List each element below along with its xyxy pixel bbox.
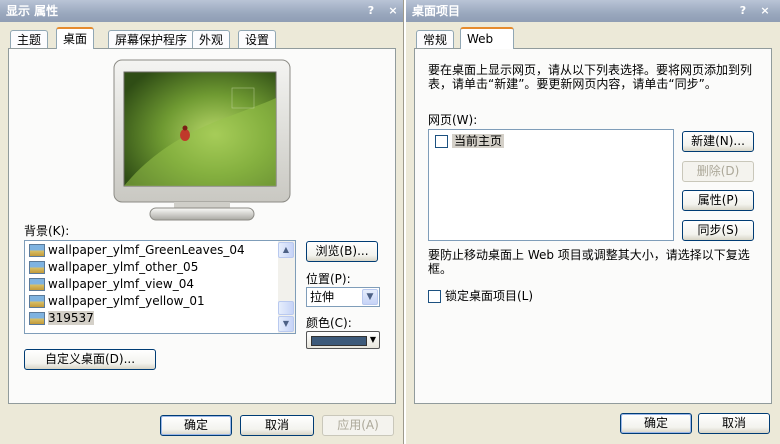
webpage-list[interactable]: 当前主页 bbox=[428, 129, 674, 241]
color-picker-button[interactable]: ▼ bbox=[306, 331, 380, 349]
tab-settings[interactable]: 设置 bbox=[238, 30, 277, 48]
color-label: 颜色(C): bbox=[306, 316, 352, 330]
cancel-button[interactable]: 取消 bbox=[698, 413, 770, 434]
list-item[interactable]: wallpaper_ylmf_GreenLeaves_04 bbox=[29, 242, 245, 259]
ok-button[interactable]: 确定 bbox=[160, 415, 232, 436]
list-item[interactable]: 当前主页 bbox=[435, 133, 505, 150]
position-label: 位置(P): bbox=[306, 272, 351, 286]
tab-web[interactable]: Web bbox=[460, 27, 514, 49]
image-icon bbox=[29, 261, 45, 274]
apply-button[interactable]: 应用(A) bbox=[322, 415, 394, 436]
tab-desktop[interactable]: 桌面 bbox=[56, 27, 95, 49]
customize-desktop-button[interactable]: 自定义桌面(D)... bbox=[24, 349, 156, 370]
checkbox-icon[interactable] bbox=[428, 290, 441, 303]
dialog-title: 桌面项目 bbox=[412, 4, 461, 18]
ok-button[interactable]: 确定 bbox=[620, 413, 692, 434]
monitor-preview bbox=[113, 59, 291, 221]
chevron-down-icon[interactable]: ▼ bbox=[362, 289, 378, 305]
chevron-down-icon: ▼ bbox=[369, 335, 376, 344]
title-bar[interactable]: 桌面项目 ? × bbox=[406, 0, 780, 22]
sync-button[interactable]: 同步(S) bbox=[682, 220, 754, 241]
checkbox-current-homepage[interactable] bbox=[435, 135, 448, 148]
browse-button[interactable]: 浏览(B)... bbox=[306, 241, 378, 262]
scrollbar[interactable]: ▲ ▼ bbox=[278, 241, 295, 333]
properties-button[interactable]: 属性(P) bbox=[682, 190, 754, 211]
background-label: 背景(K): bbox=[24, 224, 70, 238]
dialog-title: 显示 属性 bbox=[6, 4, 59, 18]
display-properties-dialog: 显示 属性 ? × 主题 桌面 屏幕保护程序 外观 设置 背景(K): wall… bbox=[0, 0, 404, 444]
scroll-up-icon[interactable]: ▲ bbox=[278, 242, 294, 258]
desktop-items-dialog: 桌面项目 ? × 常规 Web 要在桌面上显示网页，请从以下列表选择。要将网页添… bbox=[404, 0, 780, 444]
webpages-label: 网页(W): bbox=[428, 113, 478, 127]
list-item[interactable]: wallpaper_ylmf_view_04 bbox=[29, 276, 194, 293]
tab-general[interactable]: 常规 bbox=[416, 30, 455, 48]
list-item[interactable]: wallpaper_ylmf_other_05 bbox=[29, 259, 198, 276]
lock-items-checkbox[interactable]: 锁定桌面项目(L) bbox=[428, 287, 533, 304]
wallpaper-list[interactable]: wallpaper_ylmf_GreenLeaves_04 wallpaper_… bbox=[24, 240, 296, 334]
list-item-selected[interactable]: 319537 bbox=[29, 310, 94, 327]
close-icon[interactable]: × bbox=[758, 4, 772, 18]
list-item[interactable]: wallpaper_ylmf_yellow_01 bbox=[29, 293, 205, 310]
image-icon bbox=[29, 278, 45, 291]
instructions-text: 要在桌面上显示网页，请从以下列表选择。要将网页添加到列表，请单击“新建”。要更新… bbox=[428, 63, 753, 91]
cancel-button[interactable]: 取消 bbox=[240, 415, 314, 436]
help-icon[interactable]: ? bbox=[364, 4, 378, 18]
position-select[interactable]: 拉伸 ▼ bbox=[306, 287, 380, 307]
image-icon bbox=[29, 295, 45, 308]
tab-screensaver[interactable]: 屏幕保护程序 bbox=[108, 30, 195, 48]
image-icon bbox=[29, 312, 45, 325]
delete-button[interactable]: 删除(D) bbox=[682, 161, 754, 182]
color-swatch bbox=[311, 336, 367, 346]
new-button[interactable]: 新建(N)... bbox=[682, 131, 754, 152]
lock-note-text: 要防止移动桌面上 Web 项目或调整其大小，请选择以下复选框。 bbox=[428, 248, 750, 276]
close-icon[interactable]: × bbox=[386, 4, 400, 18]
help-icon[interactable]: ? bbox=[736, 4, 750, 18]
title-bar[interactable]: 显示 属性 ? × bbox=[0, 0, 403, 22]
scroll-down-icon[interactable]: ▼ bbox=[278, 316, 294, 332]
tab-appearance[interactable]: 外观 bbox=[192, 30, 231, 48]
tab-theme[interactable]: 主题 bbox=[10, 30, 49, 48]
image-icon bbox=[29, 244, 45, 257]
scroll-thumb[interactable] bbox=[278, 301, 294, 315]
position-value: 拉伸 bbox=[310, 290, 335, 304]
